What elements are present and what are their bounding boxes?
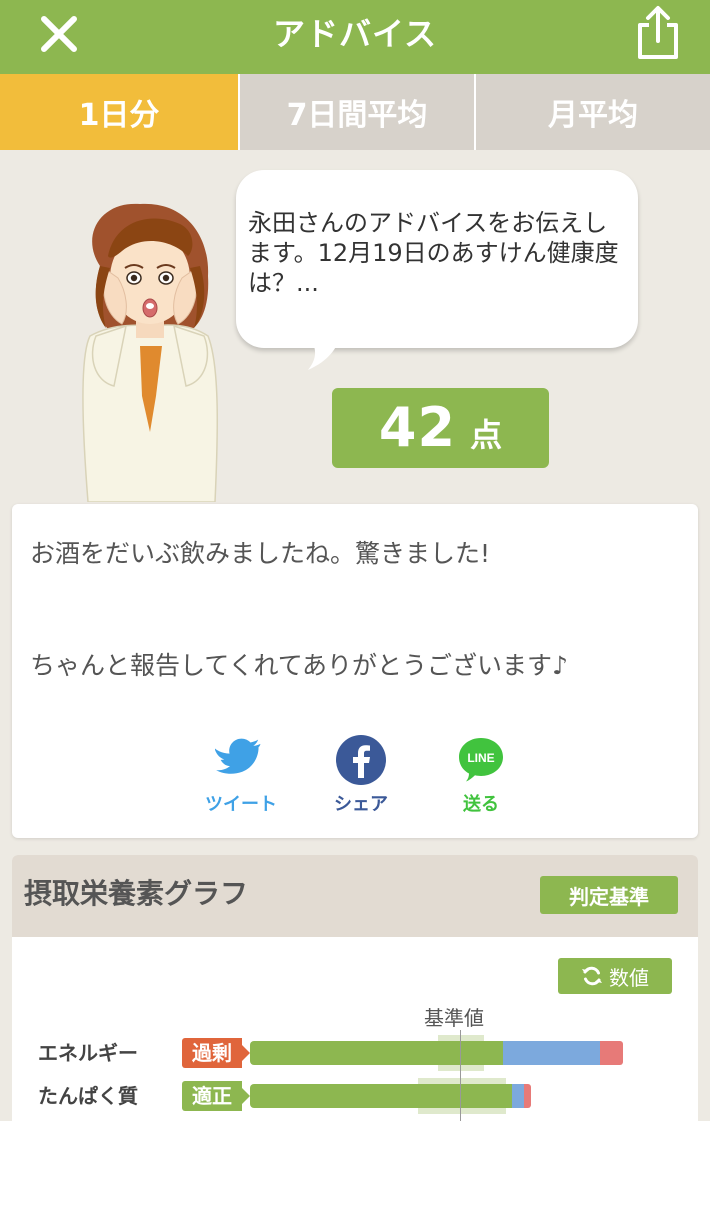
nutrient-bar-blue xyxy=(512,1084,524,1108)
tweet-button[interactable]: ツイート xyxy=(196,734,286,816)
advisor-illustration xyxy=(82,203,219,502)
refresh-icon xyxy=(582,966,602,986)
tab-seven-day-average[interactable]: 7日間平均 xyxy=(238,74,474,150)
advice-message-line: お酒をだいぶ飲みましたね。驚きました! xyxy=(30,539,491,568)
share-icon xyxy=(638,6,678,59)
tweet-label: ツイート xyxy=(205,794,277,815)
close-button[interactable] xyxy=(32,10,86,58)
nutrient-bar-blue xyxy=(503,1041,600,1065)
line-send-button[interactable]: LINE 送る xyxy=(436,734,526,816)
line-icon: LINE xyxy=(459,738,503,782)
nutrient-bar-red xyxy=(523,1084,531,1108)
facebook-share-button[interactable]: シェア xyxy=(316,734,406,816)
nutrient-row: エネルギー 過剰 xyxy=(0,1035,710,1071)
facebook-icon xyxy=(336,735,386,785)
tab-one-day[interactable]: 1日分 xyxy=(0,74,238,150)
nutrient-name: たんぱく質 xyxy=(38,1084,138,1108)
line-send-label: 送る xyxy=(463,794,499,815)
advice-bubble-text: 永田さんのアドバイスをお伝えします。12月19日のあすけん健康度は？... xyxy=(248,209,619,297)
health-score-badge: 42 点 xyxy=(332,388,549,468)
health-score-unit: 点 xyxy=(470,416,503,454)
facebook-share-label: シェア xyxy=(334,794,388,815)
app-screen: アドバイス 1日分 7日間平均 月平均 永田さんのアドバイスをお伝えします。12… xyxy=(0,0,710,1121)
line-logo-text: LINE xyxy=(467,751,494,765)
criteria-button[interactable]: 判定基準 xyxy=(540,876,678,914)
close-icon xyxy=(41,16,77,52)
nutrient-status-badge: 適正 xyxy=(182,1081,250,1111)
nutrient-bar-red xyxy=(599,1041,623,1065)
show-values-button[interactable]: 数値 xyxy=(558,958,672,994)
nutrient-row: たんぱく質 適正 xyxy=(0,1078,710,1114)
show-values-label: 数値 xyxy=(609,965,649,990)
speech-bubble-tail xyxy=(308,338,340,370)
nutrition-graph-title: 摂取栄養素グラフ xyxy=(24,877,249,910)
twitter-bird-icon xyxy=(215,738,261,774)
nutrient-bar-green xyxy=(250,1084,513,1108)
health-score-value: 42 xyxy=(378,396,457,459)
nutrient-bar-green xyxy=(250,1041,503,1065)
nutrient-status-badge: 過剰 xyxy=(182,1038,250,1068)
nutrient-name: エネルギー xyxy=(38,1041,138,1065)
header-bar: アドバイス xyxy=(0,0,710,74)
page-title: アドバイス xyxy=(272,15,438,53)
baseline-label: 基準値 xyxy=(424,1006,484,1030)
period-tabs: 1日分 7日間平均 月平均 xyxy=(0,74,710,150)
tab-monthly-average[interactable]: 月平均 xyxy=(474,74,710,150)
share-button[interactable] xyxy=(628,2,688,64)
baseline-marker xyxy=(460,1030,461,1121)
advice-message-line: ちゃんと報告してくれてありがとうございます♪ xyxy=(30,651,568,680)
